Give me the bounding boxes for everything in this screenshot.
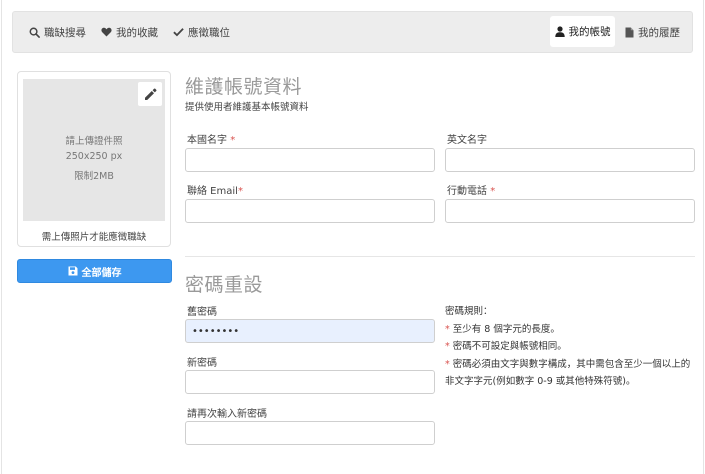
nav-job-search[interactable]: 職缺搜尋 (29, 12, 86, 52)
account-section-subtitle: 提供使用者維護基本帳號資料 (185, 102, 309, 113)
photo-card: 請上傳證件照 250x250 px 限制2MB 需上傳照片才能應徵職缺 (17, 71, 171, 247)
required-marker: * (490, 186, 496, 197)
mobile-label: 行動電話 * (447, 186, 496, 197)
edit-photo-button[interactable] (138, 82, 162, 106)
email-label: 聯絡 Email* (187, 186, 243, 197)
floppy-disk-icon (68, 266, 77, 276)
heart-icon (101, 27, 112, 37)
save-all-label: 全部儲存 (81, 267, 122, 279)
english-name-label: 英文名字 (447, 135, 487, 146)
photo-size-limit: 限制2MB (74, 171, 114, 182)
password-rules-title: 密碼規則： (445, 306, 493, 317)
chinese-name-input[interactable] (185, 148, 435, 172)
required-marker: * (230, 135, 236, 146)
password-rule: * 至少有 8 個字元的長度。 (445, 323, 560, 335)
check-icon (173, 28, 184, 37)
old-password-label: 舊密碼 (187, 307, 217, 318)
nav-my-resume[interactable]: 我的履歷 (625, 12, 680, 52)
password-rule-continuation: 非文字字元(例如數字 0-9 或其他特殊符號)。 (445, 376, 636, 387)
top-navigation: 職缺搜尋 我的收藏 應徵職位 我的帳號 我的履歷 (12, 11, 693, 53)
user-icon (554, 26, 565, 37)
english-name-input[interactable] (445, 148, 695, 172)
photo-instruction: 請上傳證件照 (65, 136, 123, 147)
account-section-title: 維護帳號資料 (185, 76, 303, 98)
section-divider (185, 256, 695, 257)
new-password-input[interactable] (185, 370, 435, 394)
photo-dimensions: 250x250 px (65, 151, 123, 162)
password-rules: 密碼規則： * 至少有 8 個字元的長度。 * 密碼不可設定與帳號相同。 * 密… (445, 303, 700, 391)
photo-upload-area[interactable]: 請上傳證件照 250x250 px 限制2MB (23, 79, 165, 221)
password-section-title: 密碼重設 (185, 274, 264, 296)
nav-favorites-label: 我的收藏 (116, 26, 158, 39)
old-password-input[interactable] (185, 319, 435, 343)
confirm-password-label: 請再次輸入新密碼 (187, 409, 267, 420)
nav-applied-jobs[interactable]: 應徵職位 (173, 12, 230, 52)
confirm-password-input[interactable] (185, 421, 435, 445)
photo-requirement-note: 需上傳照片才能應徵職缺 (41, 232, 147, 243)
required-marker: * (237, 186, 243, 197)
nav-job-search-label: 職缺搜尋 (44, 26, 86, 39)
mobile-input[interactable] (445, 199, 695, 223)
nav-favorites[interactable]: 我的收藏 (101, 12, 158, 52)
search-icon (29, 27, 40, 38)
document-icon (625, 27, 634, 37)
chinese-name-label: 本國名字 * (187, 135, 236, 146)
nav-my-account[interactable]: 我的帳號 (550, 16, 615, 47)
new-password-label: 新密碼 (187, 358, 217, 369)
password-rule: * 密碼必須由文字與數字構成，其中需包含至少一個以上的 (445, 358, 691, 370)
nav-my-account-label: 我的帳號 (568, 26, 611, 38)
email-input[interactable] (185, 199, 435, 223)
password-rule: * 密碼不可設定與帳號相同。 (445, 341, 567, 352)
nav-applied-jobs-label: 應徵職位 (188, 26, 230, 39)
save-all-button[interactable]: 全部儲存 (17, 259, 172, 283)
nav-my-resume-label: 我的履歷 (638, 26, 680, 39)
pencil-icon (144, 88, 156, 100)
